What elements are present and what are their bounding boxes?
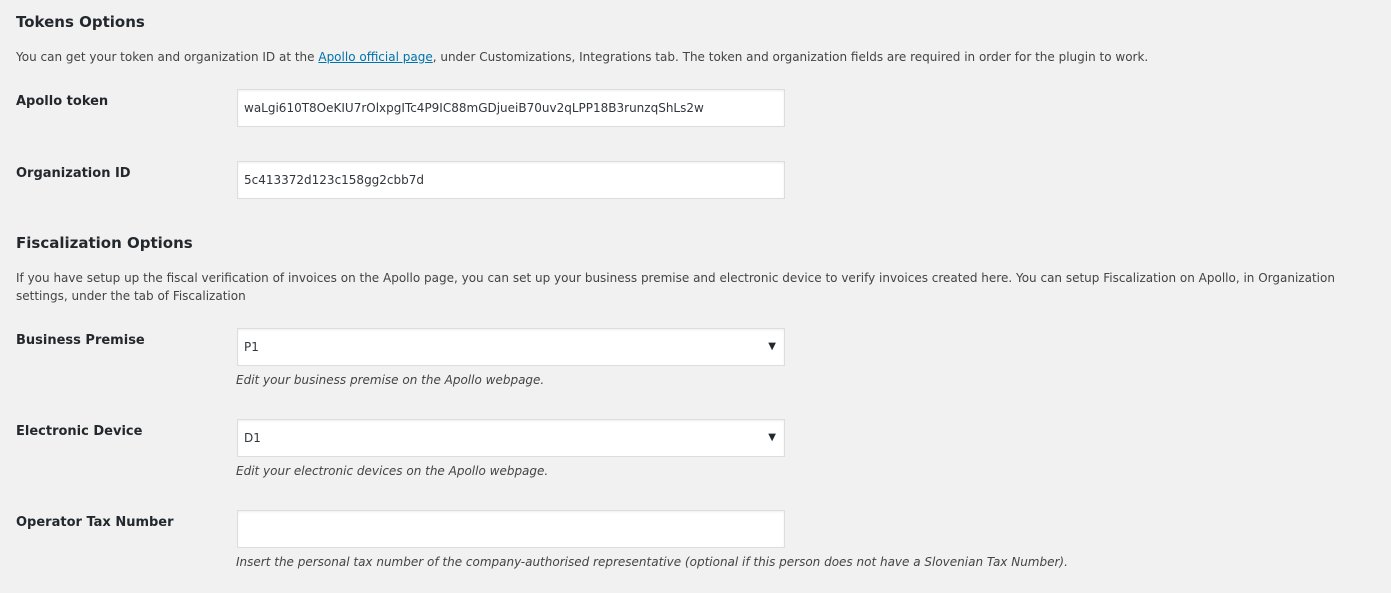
electronic-device-label: Electronic Device (16, 424, 143, 439)
electronic-device-select[interactable]: D1 ▼ (237, 419, 785, 457)
operator-tax-number-hint: Insert the personal tax number of the co… (236, 555, 1068, 569)
fiscalization-section-title: Fiscalization Options (16, 234, 193, 252)
settings-page: Tokens Options You can get your token an… (0, 0, 1391, 593)
apollo-token-label: Apollo token (16, 94, 109, 109)
organization-id-input[interactable] (237, 161, 785, 199)
triangle-down-icon: ▼ (768, 341, 776, 352)
operator-tax-number-label: Operator Tax Number (16, 515, 174, 530)
tokens-description: You can get your token and organization … (16, 48, 1381, 66)
organization-id-label: Organization ID (16, 166, 131, 181)
business-premise-hint: Edit your business premise on the Apollo… (236, 373, 545, 387)
business-premise-select[interactable]: P1 ▼ (237, 328, 785, 366)
electronic-device-hint: Edit your electronic devices on the Apol… (236, 464, 549, 478)
tokens-desc-after: , under Customizations, Integrations tab… (432, 50, 1149, 64)
tokens-desc-before: You can get your token and organization … (16, 50, 319, 64)
electronic-device-value: D1 (244, 431, 261, 445)
tokens-section-title: Tokens Options (16, 13, 145, 31)
apollo-token-input[interactable] (237, 89, 785, 127)
apollo-official-page-link[interactable]: Apollo official page (318, 50, 432, 64)
operator-tax-number-input[interactable] (237, 510, 785, 548)
fiscalization-description: If you have setup up the fiscal verifica… (16, 271, 1335, 303)
business-premise-label: Business Premise (16, 333, 145, 348)
business-premise-value: P1 (244, 340, 259, 354)
triangle-down-icon: ▼ (768, 432, 776, 443)
